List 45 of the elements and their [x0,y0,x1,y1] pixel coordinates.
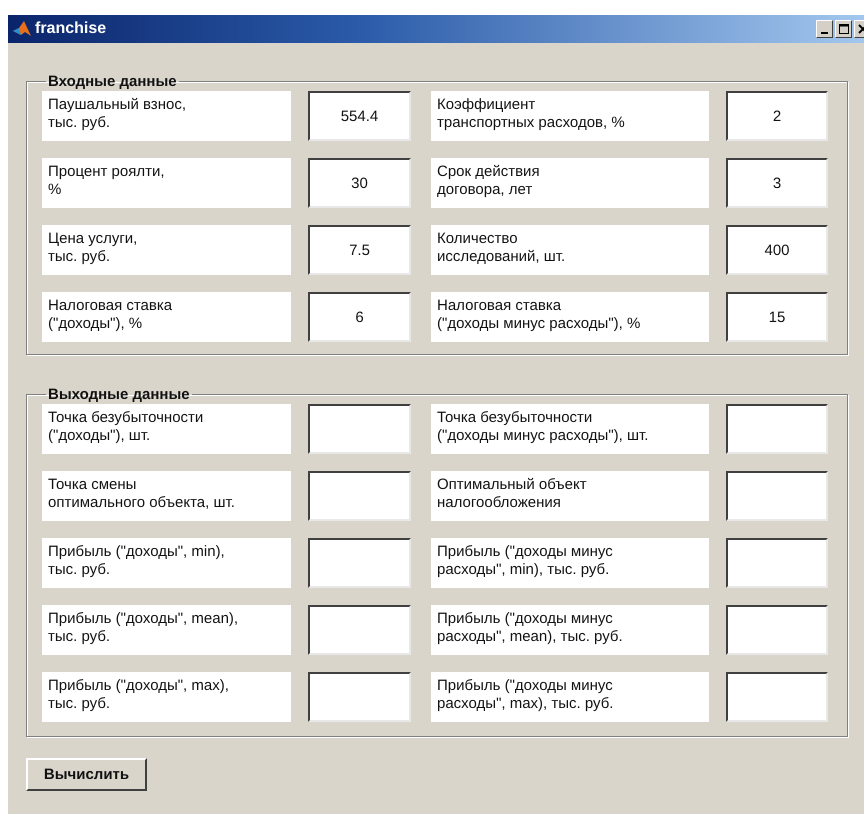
minimize-button[interactable] [816,20,833,38]
input-field[interactable] [726,672,828,722]
input-field[interactable]: 3 [726,158,828,208]
input-field[interactable] [308,471,411,521]
field-label: Коэффициент транспортных расходов, % [431,91,709,141]
field-label: Цена услуги, тыс. руб. [42,225,291,275]
field-label: Налоговая ставка ("доходы минус расходы"), % [431,292,709,342]
group-title: Выходные данные [47,386,191,403]
input-field[interactable]: 30 [308,158,411,208]
field-label: Срок действия договора, лет [431,158,709,208]
input-field[interactable]: 15 [726,292,828,342]
field-label: Прибыль ("доходы минус расходы", mean), тыс. руб. [431,605,709,655]
input-field[interactable] [308,605,411,655]
input-field[interactable]: 554.4 [308,91,411,141]
field-label: Налоговая ставка ("доходы"), % [42,292,291,342]
field-label: Паушальный взнос, тыс. руб. [42,91,291,141]
input-field[interactable]: 7.5 [308,225,411,275]
maximize-icon [838,24,848,34]
input-field[interactable] [726,471,828,521]
input-field[interactable]: 400 [726,225,828,275]
app-icon [12,20,32,38]
field-label: Точка смены оптимального объекта, шт. [42,471,291,521]
field-label: Оптимальный объект налогообложения [431,471,709,521]
input-field[interactable]: 2 [726,91,828,141]
field-label: Прибыль ("доходы", mean), тыс. руб. [42,605,291,655]
input-field[interactable] [726,404,828,454]
field-label: Прибыль ("доходы", max), тыс. руб. [42,672,291,722]
field-label: Прибыль ("доходы минус расходы", min), тыс. руб. [431,538,709,588]
window-title: franchise [35,20,108,38]
calculate-button[interactable]: Вычислить [26,758,147,791]
field-label: Процент роялти, % [42,158,291,208]
field-label: Точка безубыточности ("доходы минус расходы"), шт. [431,404,709,454]
field-label: Количество исследований, шт. [431,225,709,275]
input-field[interactable] [726,538,828,588]
input-field[interactable] [726,605,828,655]
field-label: Прибыль ("доходы минус расходы", max), тыс. руб. [431,672,709,722]
input-field[interactable] [308,404,411,454]
group-title: Входные данные [47,73,178,90]
maximize-button[interactable] [835,20,852,38]
input-field[interactable] [308,672,411,722]
input-field[interactable]: 6 [308,292,411,342]
field-label: Прибыль ("доходы", min), тыс. руб. [42,538,291,588]
input-field[interactable] [308,538,411,588]
field-label: Точка безубыточности ("доходы"), шт. [42,404,291,454]
minimize-icon [821,32,828,34]
